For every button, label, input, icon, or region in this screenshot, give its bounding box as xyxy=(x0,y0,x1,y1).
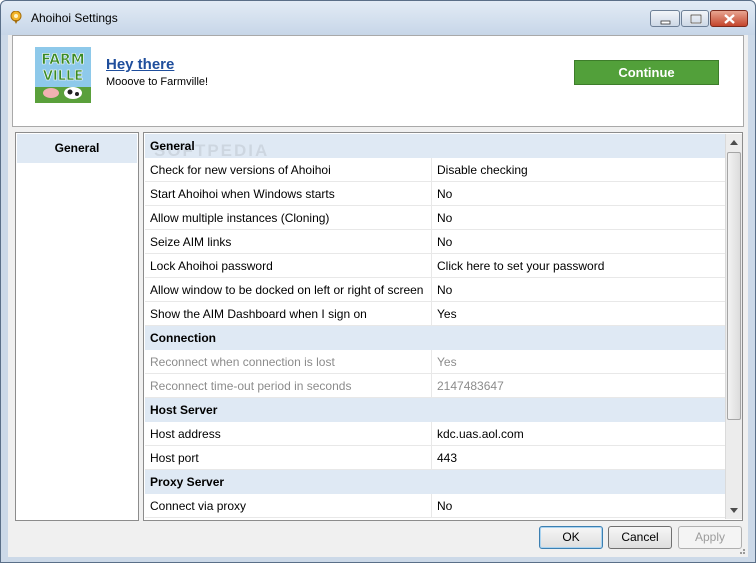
scrollbar-thumb[interactable] xyxy=(727,152,741,420)
settings-window: Ahoihoi Settings FARM VILLE Hey there Mo… xyxy=(0,0,756,563)
settings-grid: General Check for new versions of Ahoihoi… xyxy=(143,132,743,521)
setting-name: Check for new versions of Ahoihoi xyxy=(150,163,331,177)
setting-value[interactable]: Disable checking xyxy=(437,163,528,177)
column-separator xyxy=(431,350,432,374)
settings-sidebar: General xyxy=(15,132,139,521)
column-separator xyxy=(431,206,432,230)
sidebar-item-general[interactable]: General xyxy=(17,134,137,163)
settings-row[interactable]: Connect via proxy No xyxy=(145,494,725,518)
close-button[interactable] xyxy=(710,10,748,27)
client-area: FARM VILLE Hey there Mooove to Farmville… xyxy=(8,35,748,557)
setting-value: 2147483647 xyxy=(437,379,504,393)
continue-button[interactable]: Continue xyxy=(574,60,719,85)
maximize-button[interactable] xyxy=(681,10,709,27)
logo-line1: FARM xyxy=(41,52,85,68)
column-separator xyxy=(431,374,432,398)
ad-banner: FARM VILLE Hey there Mooove to Farmville… xyxy=(12,35,744,127)
app-logo-icon xyxy=(10,11,22,24)
window-title: Ahoihoi Settings xyxy=(31,11,118,25)
setting-name: Start Ahoihoi when Windows starts xyxy=(150,187,335,201)
minimize-icon xyxy=(660,20,671,25)
column-separator xyxy=(431,254,432,278)
setting-value[interactable]: No xyxy=(437,235,452,249)
setting-value[interactable]: Yes xyxy=(437,307,457,321)
setting-value[interactable]: No xyxy=(437,499,452,513)
setting-name: Host port xyxy=(150,451,199,465)
cancel-button[interactable]: Cancel xyxy=(608,526,672,549)
apply-button[interactable]: Apply xyxy=(678,526,742,549)
column-separator xyxy=(431,230,432,254)
setting-name: Lock Ahoihoi password xyxy=(150,259,273,273)
column-separator xyxy=(431,494,432,518)
banner-subtitle: Mooove to Farmville! xyxy=(106,76,209,88)
category-label: General xyxy=(150,139,195,153)
setting-value[interactable]: Click here to set your password xyxy=(437,259,604,273)
column-separator xyxy=(431,158,432,182)
settings-row[interactable]: Lock Ahoihoi password Click here to set y… xyxy=(145,254,725,278)
settings-row[interactable]: Check for new versions of Ahoihoi Disable… xyxy=(145,158,725,182)
column-separator xyxy=(431,422,432,446)
setting-name: Connect via proxy xyxy=(150,499,247,513)
column-separator xyxy=(431,446,432,470)
setting-value[interactable]: 443 xyxy=(437,451,457,465)
settings-category-header: Host Server xyxy=(145,398,725,422)
setting-value[interactable]: No xyxy=(437,211,452,225)
settings-row[interactable]: Host port 443 xyxy=(145,446,725,470)
setting-name: Reconnect when connection is lost xyxy=(150,355,335,369)
vertical-scrollbar[interactable] xyxy=(725,134,742,519)
ok-button[interactable]: OK xyxy=(539,526,603,549)
category-label: Host Server xyxy=(150,403,218,417)
settings-row: Reconnect time-out period in seconds 2147… xyxy=(145,374,725,398)
title-bar[interactable]: Ahoihoi Settings xyxy=(1,1,755,35)
settings-row[interactable]: Seize AIM links No xyxy=(145,230,725,254)
column-separator xyxy=(431,278,432,302)
settings-row[interactable]: Start Ahoihoi when Windows starts No xyxy=(145,182,725,206)
column-separator xyxy=(431,182,432,206)
setting-name: Seize AIM links xyxy=(150,235,232,249)
setting-value: Yes xyxy=(437,355,457,369)
settings-row[interactable]: Show the AIM Dashboard when I sign on Yes xyxy=(145,302,725,326)
settings-row[interactable]: Host address kdc.uas.aol.com xyxy=(145,422,725,446)
setting-value[interactable]: No xyxy=(437,187,452,201)
maximize-icon xyxy=(690,14,702,24)
settings-category-header: Proxy Server xyxy=(145,470,725,494)
logo-line2: VILLE xyxy=(43,69,83,84)
column-separator xyxy=(431,302,432,326)
setting-value[interactable]: kdc.uas.aol.com xyxy=(437,427,524,441)
minimize-button[interactable] xyxy=(650,10,680,27)
resize-grip-icon[interactable] xyxy=(736,545,746,555)
banner-title-link[interactable]: Hey there xyxy=(106,56,174,73)
setting-name: Allow window to be docked on left or rig… xyxy=(150,283,424,297)
setting-name: Reconnect time-out period in seconds xyxy=(150,379,352,393)
setting-value[interactable]: No xyxy=(437,283,452,297)
close-icon xyxy=(724,14,735,24)
settings-category-header: Connection xyxy=(145,326,725,350)
setting-name: Allow multiple instances (Cloning) xyxy=(150,211,330,225)
category-label: Connection xyxy=(150,331,216,345)
scroll-up-arrow-icon[interactable] xyxy=(726,134,742,151)
settings-rows: General Check for new versions of Ahoihoi… xyxy=(145,134,725,518)
settings-row[interactable]: Allow window to be docked on left or rig… xyxy=(145,278,725,302)
farmville-logo[interactable]: FARM VILLE xyxy=(35,47,91,103)
settings-row[interactable]: Allow multiple instances (Cloning) No xyxy=(145,206,725,230)
setting-name: Show the AIM Dashboard when I sign on xyxy=(150,307,367,321)
settings-category-header: General xyxy=(145,134,725,158)
settings-row: Reconnect when connection is lost Yes xyxy=(145,350,725,374)
setting-name: Host address xyxy=(150,427,221,441)
scroll-down-arrow-icon[interactable] xyxy=(726,502,742,519)
category-label: Proxy Server xyxy=(150,475,225,489)
